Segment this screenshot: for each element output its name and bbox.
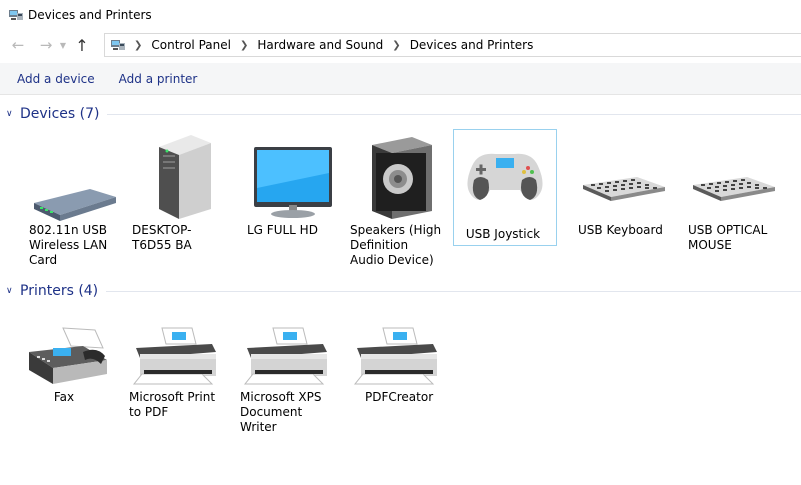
gamepad-icon — [467, 153, 543, 200]
printer-label: Fax — [53, 390, 75, 404]
breadcrumb-devices-and-printers[interactable]: Devices and Printers — [410, 38, 534, 52]
address-path[interactable]: ❯ Control Panel ❯ Hardware and Sound ❯ D… — [104, 33, 801, 57]
breadcrumb-control-panel[interactable]: Control Panel — [151, 38, 231, 52]
device-item-selected[interactable]: USB Joystick — [453, 129, 557, 246]
printer-item[interactable]: Microsoft Print to PDF — [123, 300, 227, 420]
recent-locations-chevron-icon[interactable]: ▼ — [57, 35, 69, 55]
devices-group-header[interactable]: ∨ Devices (7) — [0, 104, 801, 124]
device-label: LG FULL HD — [247, 223, 318, 237]
usb-wifi-adapter-icon — [34, 189, 116, 221]
back-arrow-icon[interactable]: ← — [8, 35, 28, 55]
up-arrow-icon[interactable]: ↑ — [72, 35, 92, 55]
speaker-icon — [372, 137, 432, 219]
printer-label: Microsoft Print to PDF — [129, 390, 216, 419]
devices-printers-icon — [9, 9, 23, 20]
device-label: DESKTOP-T6D55 BA — [132, 223, 192, 252]
printer-item[interactable]: PDFCreator — [344, 300, 448, 405]
device-item[interactable]: USB Keyboard — [572, 123, 676, 238]
title-bar: Devices and Printers — [0, 0, 801, 29]
printer-icon — [243, 327, 327, 385]
command-bar: Add a device Add a printer — [0, 63, 801, 95]
device-label: USB Keyboard — [578, 223, 663, 237]
keyboard-icon — [583, 177, 665, 201]
device-item[interactable]: 802.11n USB Wireless LAN Card — [23, 123, 127, 268]
printer-icon — [132, 327, 216, 385]
chevron-right-icon[interactable]: ❯ — [134, 40, 142, 51]
devices-printers-icon — [111, 40, 125, 50]
monitor-icon — [254, 147, 332, 218]
printer-item[interactable]: Fax — [14, 300, 118, 405]
device-label: USB Joystick — [465, 227, 541, 241]
device-label: 802.11n USB Wireless LAN Card — [29, 223, 108, 267]
add-device-button[interactable]: Add a device — [17, 72, 95, 86]
printer-item[interactable]: Microsoft XPS Document Writer — [234, 300, 338, 435]
device-label: USB OPTICAL MOUSE — [688, 223, 768, 252]
device-label: Speakers (High Definition Audio Device) — [350, 223, 442, 267]
breadcrumb-hardware-and-sound[interactable]: Hardware and Sound — [257, 38, 383, 52]
device-item[interactable]: LG FULL HD — [241, 123, 345, 238]
devices-group-title[interactable]: Devices (7) — [20, 106, 99, 122]
device-item[interactable]: Speakers (High Definition Audio Device) — [344, 123, 448, 268]
divider — [107, 113, 801, 115]
chevron-down-icon[interactable]: ∨ — [6, 109, 16, 119]
chevron-right-icon[interactable]: ❯ — [392, 40, 400, 51]
fax-icon — [29, 327, 107, 384]
device-item[interactable]: USB OPTICAL MOUSE — [682, 123, 786, 253]
desktop-tower-icon — [159, 135, 211, 219]
window-title: Devices and Printers — [28, 7, 152, 22]
device-item[interactable]: DESKTOP-T6D55 BA — [126, 123, 230, 253]
chevron-down-icon[interactable]: ∨ — [6, 286, 16, 296]
keyboard-icon — [693, 177, 775, 201]
forward-arrow-icon[interactable]: → — [36, 35, 56, 55]
divider — [106, 290, 801, 292]
printer-icon — [353, 327, 437, 385]
printer-label: PDFCreator — [365, 390, 434, 404]
add-printer-button[interactable]: Add a printer — [119, 72, 198, 86]
printer-label: Microsoft XPS Document Writer — [240, 390, 322, 434]
printers-group-header[interactable]: ∨ Printers (4) — [0, 281, 801, 301]
chevron-right-icon[interactable]: ❯ — [240, 40, 248, 51]
address-bar: ← → ▼ ↑ ❯ Control Panel ❯ Hardware and S… — [0, 29, 801, 61]
printers-group-title[interactable]: Printers (4) — [20, 283, 98, 299]
